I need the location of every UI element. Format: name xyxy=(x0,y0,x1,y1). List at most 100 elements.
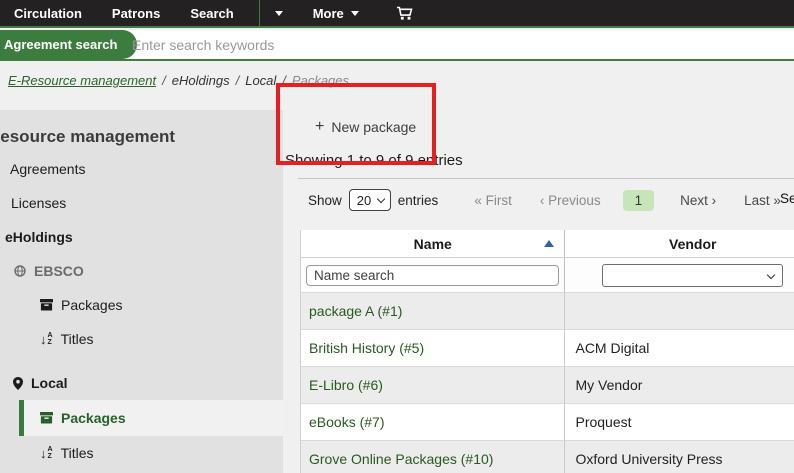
sidebar-item-local-packages[interactable]: Packages xyxy=(19,400,283,436)
table-row: E-Libro (#6) My Vendor xyxy=(301,367,794,404)
caret-down-icon xyxy=(275,11,283,16)
packages-table: Name Vendor xyxy=(300,230,794,473)
pagination-first-button[interactable]: « First xyxy=(474,193,512,208)
package-link[interactable]: Grove Online Packages (#10) xyxy=(309,451,493,467)
page-size-select[interactable]: 20 xyxy=(349,189,391,211)
show-label: Show xyxy=(308,193,342,208)
sidebar-item-local-titles[interactable]: ↓ AZ Titles xyxy=(0,436,283,470)
sidebar-item-label: Agreements xyxy=(10,161,85,177)
package-name-cell: package A (#1) xyxy=(301,293,565,329)
globe-icon xyxy=(14,265,26,277)
chevron-down-icon xyxy=(377,195,385,203)
sidebar-item-ebsco-packages[interactable]: Packages xyxy=(0,288,283,322)
new-package-label: New package xyxy=(331,119,416,135)
package-link[interactable]: British History (#5) xyxy=(309,340,424,356)
breadcrumb-separator: / xyxy=(282,73,286,88)
entries-label: entries xyxy=(398,193,439,208)
package-link[interactable]: package A (#1) xyxy=(309,303,402,319)
vendor-cell: My Vendor xyxy=(565,377,794,393)
table-filter-row xyxy=(301,258,794,293)
column-header-vendor[interactable]: Vendor xyxy=(565,230,794,257)
column-header-name-label: Name xyxy=(414,236,452,252)
pagination-previous-button[interactable]: ‹ Previous xyxy=(540,193,601,208)
cart-icon xyxy=(396,6,413,21)
breadcrumb-bar: E-Resource management / eHoldings / Loca… xyxy=(0,63,794,110)
table-row: Grove Online Packages (#10) Oxford Unive… xyxy=(301,441,794,473)
sidebar-item-label: Licenses xyxy=(11,195,66,211)
sidebar-item-ebsco[interactable]: EBSCO xyxy=(0,254,283,288)
search-keywords-input[interactable] xyxy=(132,33,692,57)
column-header-vendor-label: Vendor xyxy=(669,236,716,252)
search-header-bar: Agreement search xyxy=(0,30,794,61)
name-filter-input[interactable] xyxy=(306,265,559,286)
plus-icon: + xyxy=(315,118,324,136)
sidebar-item-label: Local xyxy=(31,375,68,391)
package-name-cell: eBooks (#7) xyxy=(301,404,565,440)
nav-patrons[interactable]: Patrons xyxy=(97,6,175,21)
sidebar-item-label: EBSCO xyxy=(34,263,84,279)
page-size-value: 20 xyxy=(357,193,371,208)
sort-alpha-down-icon: ↓ AZ xyxy=(40,332,53,346)
sidebar-item-ebsco-titles[interactable]: ↓ AZ Titles xyxy=(0,322,283,356)
sidebar-item-eholdings[interactable]: eHoldings xyxy=(0,220,283,254)
table-row: eBooks (#7) Proquest xyxy=(301,404,794,441)
cart-button[interactable] xyxy=(386,6,423,21)
breadcrumb-separator: / xyxy=(162,73,166,88)
breadcrumb-erm-link[interactable]: E-Resource management xyxy=(8,73,156,88)
package-link[interactable]: E-Libro (#6) xyxy=(309,377,383,393)
package-link[interactable]: eBooks (#7) xyxy=(309,414,384,430)
packages-main-panel: + New package Showing 1 to 9 of 9 entrie… xyxy=(283,110,794,473)
sidebar-item-label: Packages xyxy=(61,410,126,426)
breadcrumb-separator: / xyxy=(236,73,240,88)
nav-search[interactable]: Search xyxy=(175,6,248,21)
nav-patrons-label: Patrons xyxy=(112,6,160,21)
table-row: package A (#1) xyxy=(301,293,794,330)
top-navbar: Circulation Patrons Search More xyxy=(0,0,794,28)
sidebar-item-label: Packages xyxy=(61,297,122,313)
sidebar-item-label: Titles xyxy=(61,445,94,461)
caret-down-icon xyxy=(351,11,359,16)
table-search-label: Search: xyxy=(780,191,794,206)
sidebar-item-local[interactable]: Local xyxy=(0,366,283,400)
sidebar-item-agreements[interactable]: Agreements xyxy=(0,152,283,186)
map-pin-icon xyxy=(13,377,23,390)
pagination-next-button[interactable]: Next › xyxy=(680,193,716,208)
sort-alpha-down-icon: ↓ AZ xyxy=(40,446,53,460)
new-package-button[interactable]: + New package xyxy=(315,118,416,136)
column-header-name[interactable]: Name xyxy=(301,230,565,257)
sidebar-heading: Resource management xyxy=(0,122,283,152)
nav-dropdown-toggle[interactable] xyxy=(260,11,298,16)
sort-ascending-icon xyxy=(544,240,554,247)
chevron-down-icon xyxy=(767,270,775,278)
entries-info-text: Showing 1 to 9 of 9 entries xyxy=(285,152,463,169)
content-region: Resource management Agreements Licenses … xyxy=(0,110,794,473)
breadcrumb-eholdings-link[interactable]: eHoldings xyxy=(172,73,230,88)
name-filter-cell xyxy=(301,258,565,292)
vendor-filter-cell xyxy=(565,258,794,292)
sidebar-item-label: Titles xyxy=(61,331,94,347)
table-controls-row: Show 20 entries « First ‹ Previous 1 Nex… xyxy=(308,188,794,212)
package-name-cell: British History (#5) xyxy=(301,330,565,366)
nav-search-label: Search xyxy=(190,6,233,21)
breadcrumb: E-Resource management / eHoldings / Loca… xyxy=(0,63,794,88)
package-name-cell: E-Libro (#6) xyxy=(301,367,565,403)
sidebar-item-label: eHoldings xyxy=(5,229,73,245)
nav-circulation-label: Circulation xyxy=(14,6,82,21)
sidebar-item-licenses[interactable]: Licenses xyxy=(0,186,283,220)
vendor-cell: Proquest xyxy=(565,414,794,430)
nav-more[interactable]: More xyxy=(298,6,374,21)
nav-circulation[interactable]: Circulation xyxy=(0,6,97,21)
agreement-search-label: Agreement search xyxy=(4,37,117,52)
package-name-cell: Grove Online Packages (#10) xyxy=(301,441,565,473)
table-header-row: Name Vendor xyxy=(301,230,794,258)
pagination-current-page[interactable]: 1 xyxy=(623,190,655,211)
table-row: British History (#5) ACM Digital xyxy=(301,330,794,367)
vendor-cell: Oxford University Press xyxy=(565,451,794,467)
erm-sidebar: Resource management Agreements Licenses … xyxy=(0,110,283,473)
vendor-cell: ACM Digital xyxy=(565,340,794,356)
pagination-last-button[interactable]: Last » xyxy=(744,193,781,208)
breadcrumb-current-page: Packages xyxy=(292,73,349,88)
breadcrumb-local-link[interactable]: Local xyxy=(245,73,276,88)
agreement-search-button[interactable]: Agreement search xyxy=(0,30,137,59)
vendor-filter-select[interactable] xyxy=(602,264,783,287)
